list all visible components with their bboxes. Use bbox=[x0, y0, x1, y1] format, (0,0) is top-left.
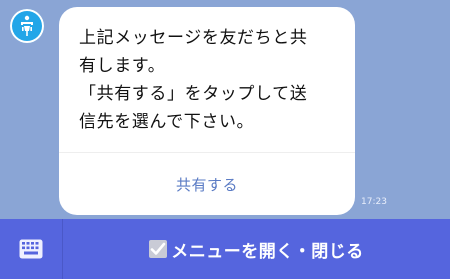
menu-toggle-label: メニューを開く・閉じる bbox=[171, 241, 364, 262]
rich-menu-bar: メニューを開く・閉じる bbox=[0, 219, 450, 279]
keyboard-icon bbox=[19, 239, 43, 259]
keyboard-button[interactable] bbox=[0, 219, 62, 279]
checkbox-icon bbox=[149, 240, 168, 258]
message-text: 上記メッセージを友だちと共 有します。 「共有する」をタップして送 信先を選んで… bbox=[79, 28, 308, 132]
share-button[interactable]: 共有する bbox=[59, 153, 355, 215]
message-bubble: 上記メッセージを友だちと共 有します。 「共有する」をタップして送 信先を選んで… bbox=[59, 7, 355, 215]
bot-avatar[interactable] bbox=[10, 9, 44, 43]
bot-icon bbox=[21, 15, 33, 36]
chat-area: 上記メッセージを友だちと共 有します。 「共有する」をタップして送 信先を選んで… bbox=[0, 0, 450, 219]
menu-toggle-button[interactable]: メニューを開く・閉じる bbox=[63, 219, 450, 279]
message-timestamp: 17:23 bbox=[361, 197, 387, 207]
